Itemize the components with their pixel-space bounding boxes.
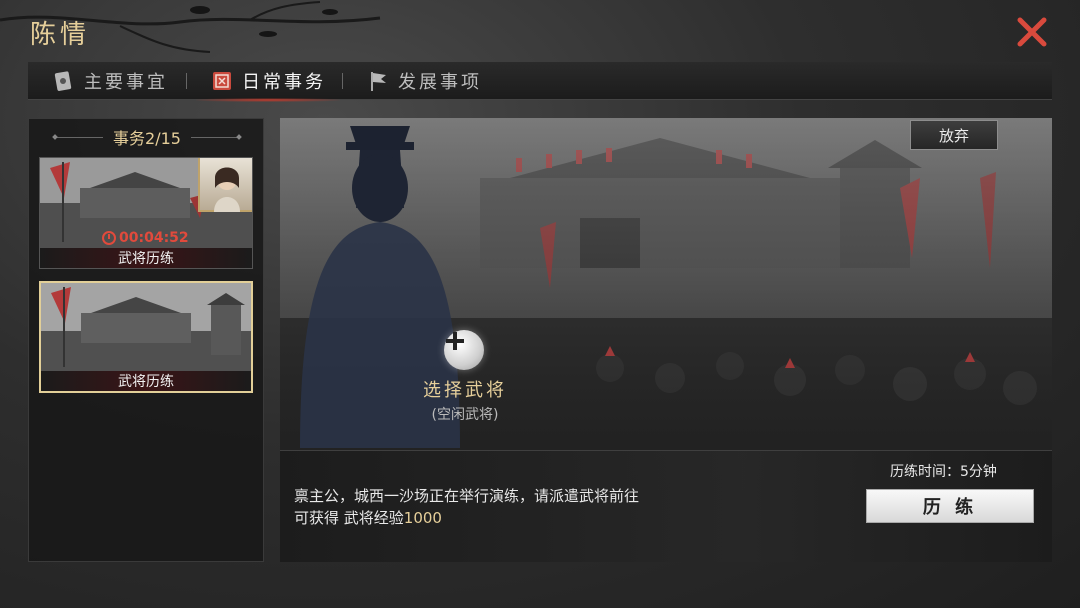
tab-bar: 主要事宜 日常事务 发展事项	[28, 62, 1052, 102]
plus-icon	[446, 332, 464, 350]
scroll-icon	[54, 71, 72, 91]
tab-divider	[342, 73, 343, 89]
card-label: 武将历练	[40, 248, 252, 268]
tab-daily-affairs[interactable]: 日常事务	[196, 62, 340, 102]
close-icon	[1017, 17, 1047, 47]
general-portrait	[198, 158, 252, 212]
abandon-button[interactable]: 放弃	[910, 120, 998, 150]
window-title: 陈情	[30, 20, 91, 50]
flag-icon	[371, 72, 386, 91]
header-divider	[53, 136, 104, 138]
select-general-button[interactable]	[444, 330, 484, 370]
training-stage: 放弃 选择武将 (空闲武将) 禀主公，城西一沙场正在举行演练，请派遣武将前往 可…	[280, 118, 1052, 562]
training-time-label: 历练时间：5分钟	[890, 464, 997, 480]
tab-development[interactable]: 发展事项	[366, 62, 482, 100]
tab-label: 发展事项	[398, 72, 482, 93]
tab-main-affairs[interactable]: 主要事宜	[52, 62, 168, 100]
train-button[interactable]: 历 练	[866, 489, 1034, 523]
select-general-label: 选择武将	[423, 380, 507, 401]
affair-card-training-active[interactable]: 00:04:52 武将历练	[39, 157, 253, 269]
tab-label: 主要事宜	[84, 72, 168, 93]
card-label: 武将历练	[41, 371, 251, 391]
header-divider	[190, 136, 241, 138]
close-button[interactable]	[1014, 14, 1050, 50]
affairs-panel: 事务2/15 00:04:52 武将历练 武将历练	[28, 118, 264, 562]
idle-general-label: (空闲武将)	[431, 407, 499, 423]
tab-label: 日常事务	[242, 72, 326, 93]
description-line: 禀主公，城西一沙场正在举行演练，请派遣武将前往	[294, 487, 640, 505]
reward-value: 1000	[403, 509, 442, 527]
info-bar: 禀主公，城西一沙场正在举行演练，请派遣武将前往 可获得 武将经验1000 历练时…	[280, 450, 1052, 562]
timer-text: 00:04:52	[119, 230, 189, 246]
tab-divider	[186, 73, 187, 89]
seal-icon	[213, 72, 231, 90]
reward-line: 可获得 武将经验1000	[294, 507, 814, 529]
affair-card-training-selected[interactable]: 武将历练	[39, 281, 253, 393]
training-timer: 00:04:52	[102, 230, 189, 246]
fortress-thumbnail	[41, 283, 251, 379]
affairs-count: 事务2/15	[113, 129, 181, 148]
affair-description: 禀主公，城西一沙场正在举行演练，请派遣武将前往 可获得 武将经验1000	[294, 485, 814, 529]
clock-icon	[102, 231, 116, 245]
reward-prefix: 可获得 武将经验	[294, 509, 404, 527]
affairs-header: 事务2/15	[29, 125, 265, 149]
